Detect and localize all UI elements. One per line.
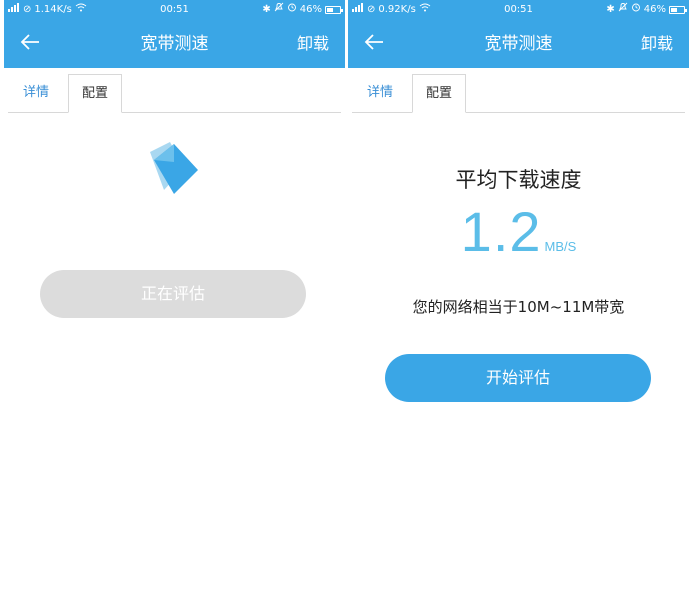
bandwidth-description: 您的网络相当于10M~11M带宽 xyxy=(412,298,625,316)
tab-details[interactable]: 详情 xyxy=(8,74,64,112)
tab-bar: 详情 配置 xyxy=(8,68,341,113)
alarm-icon xyxy=(631,0,641,20)
silent-icon xyxy=(618,0,628,20)
speed-value: 1.2 xyxy=(460,200,542,263)
app-bar: 宽带测速 卸载 xyxy=(348,20,689,68)
start-evaluation-button[interactable]: 开始评估 xyxy=(385,354,651,402)
battery-fill xyxy=(671,8,677,12)
page-title: 宽带测速 xyxy=(484,34,553,54)
battery-percent: 46% xyxy=(643,4,666,15)
app-bar: 宽带测速 卸载 xyxy=(4,20,345,68)
bluetooth-icon: ✱ xyxy=(606,4,615,15)
battery-icon xyxy=(669,6,687,14)
tab-config[interactable]: 配置 xyxy=(68,74,122,113)
silent-icon xyxy=(274,0,284,20)
speed-readout: 1.2 MB/S xyxy=(348,200,689,264)
screen-evaluating: ⊘ 1.14K/s 00:51 ✱ 46% 宽带测速 卸载 详情 配置 正在评估 xyxy=(4,0,345,613)
uninstall-button[interactable]: 卸载 xyxy=(297,20,329,68)
status-bar: ⊘ 1.14K/s 00:51 ✱ 46% xyxy=(4,0,345,20)
loading-icon xyxy=(144,138,204,202)
uninstall-button[interactable]: 卸载 xyxy=(641,20,673,68)
alarm-icon xyxy=(287,0,297,20)
average-speed-title: 平均下载速度 xyxy=(455,168,582,192)
battery-fill xyxy=(327,8,333,12)
page-title: 宽带测速 xyxy=(140,34,209,54)
speed-unit: MB/S xyxy=(544,239,577,254)
battery-percent: 46% xyxy=(299,4,322,15)
evaluating-button: 正在评估 xyxy=(40,270,306,318)
battery-icon xyxy=(325,6,343,14)
tab-bar: 详情 配置 xyxy=(352,68,685,113)
tab-config[interactable]: 配置 xyxy=(412,74,466,113)
tab-details[interactable]: 详情 xyxy=(352,74,408,112)
bluetooth-icon: ✱ xyxy=(262,4,271,15)
status-bar: ⊘ 0.92K/s 00:51 ✱ 46% xyxy=(348,0,689,20)
screen-result: ⊘ 0.92K/s 00:51 ✱ 46% 宽带测速 卸载 详情 配置 平均下载… xyxy=(348,0,689,613)
